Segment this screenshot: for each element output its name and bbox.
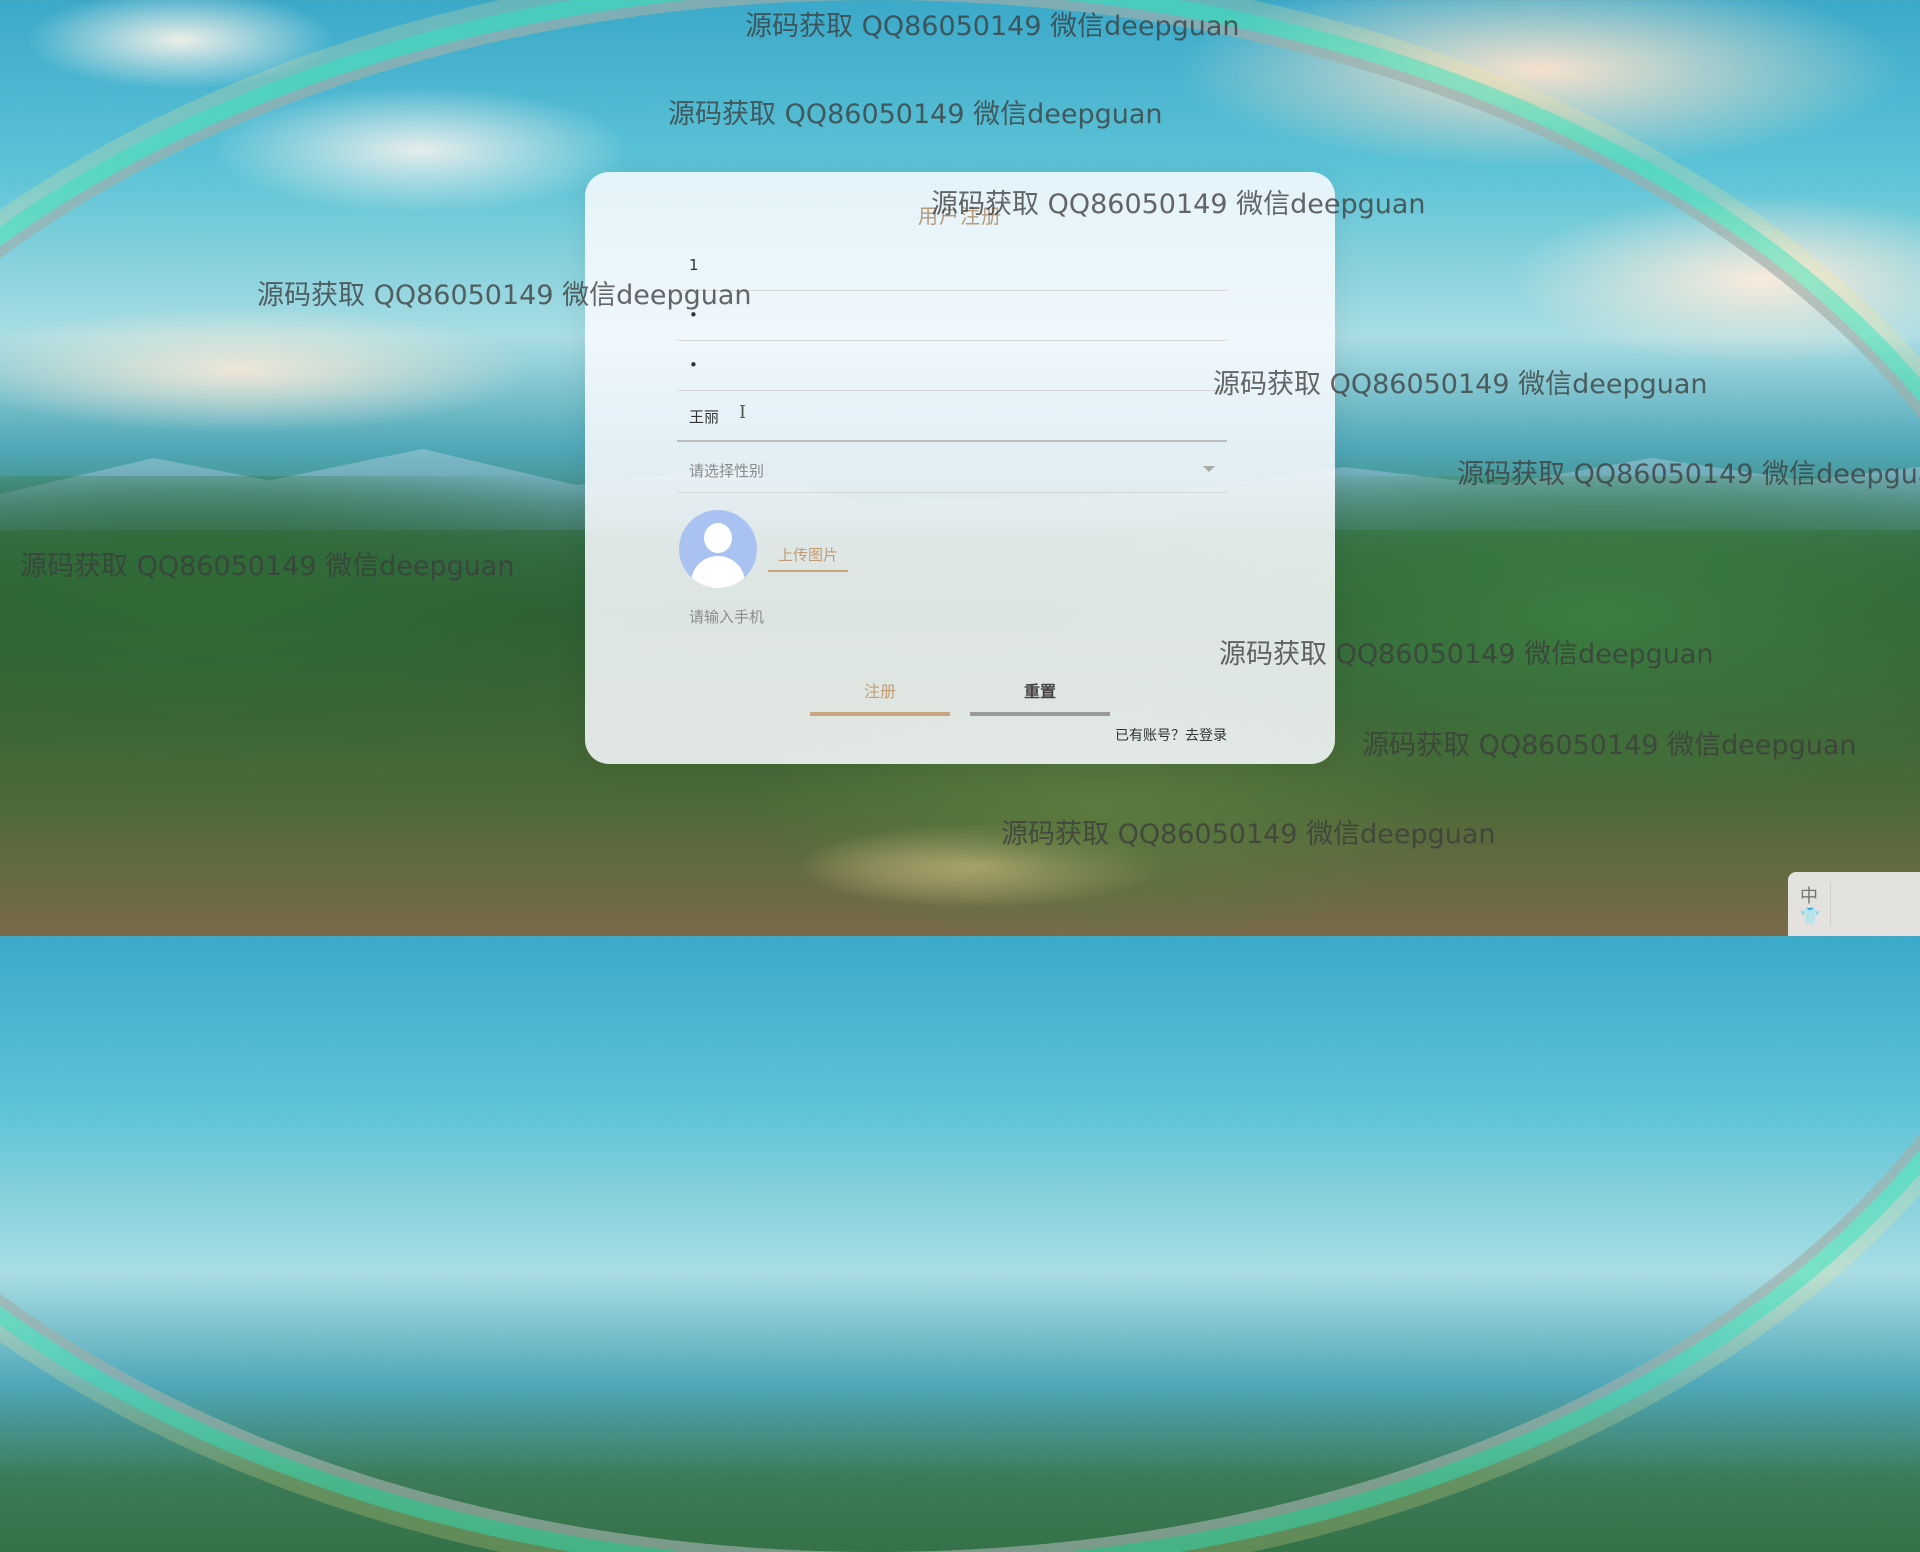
text-cursor-icon: I [739,402,747,423]
register-card: 用户注册 1 • • 王丽 I 请选择性别 上传图片 请输入手机 注册 重置 已… [585,172,1335,764]
chevron-down-icon [1203,466,1215,472]
name-field[interactable]: 王丽 I [677,392,1227,442]
ime-toolbar[interactable]: 中 👕 [1788,872,1920,936]
page-title: 用户注册 [918,204,1002,228]
account-value: 1 [689,256,699,274]
reset-button[interactable]: 重置 [970,672,1110,716]
go-login-link[interactable]: 已有账号？去登录 [1115,725,1227,745]
confirm-password-value: • [689,356,698,374]
upload-image-button[interactable]: 上传图片 [768,540,848,572]
account-field[interactable]: 1 [677,242,1227,291]
ime-skin-icon[interactable]: 👕 [1800,906,1820,925]
avatar [679,510,757,588]
user-avatar-icon [704,523,732,553]
name-value: 王丽 [689,408,720,426]
gender-placeholder: 请选择性别 [689,462,765,480]
password-field[interactable]: • [677,292,1227,341]
ime-mode-key[interactable]: 中 [1800,882,1818,908]
gender-select[interactable]: 请选择性别 [677,444,1227,493]
register-button[interactable]: 注册 [810,672,950,716]
phone-field[interactable]: 请输入手机 [677,590,1227,643]
confirm-password-field[interactable]: • [677,342,1227,391]
ime-panel [1830,882,1911,926]
password-value: • [689,306,698,324]
phone-placeholder: 请输入手机 [689,608,765,626]
